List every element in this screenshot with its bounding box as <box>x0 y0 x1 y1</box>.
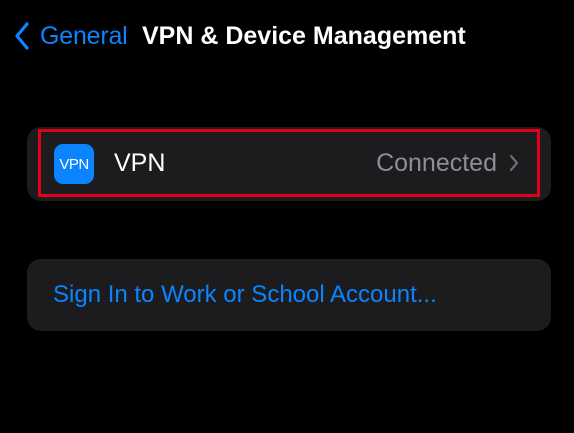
back-button-label: General <box>40 21 128 50</box>
chevron-left-icon <box>15 22 29 50</box>
vpn-group: VPN VPN Connected <box>27 127 551 201</box>
navigation-bar: General VPN & Device Management <box>0 0 574 72</box>
work-school-account-label: Sign In to Work or School Account... <box>53 281 437 308</box>
work-school-account-button[interactable]: Sign In to Work or School Account... <box>27 259 551 331</box>
page-title: VPN & Device Management <box>142 22 466 50</box>
vpn-label: VPN <box>114 149 166 177</box>
vpn-row[interactable]: VPN VPN Connected <box>38 129 540 197</box>
chevron-right-icon <box>509 154 519 172</box>
vpn-icon: VPN <box>54 144 94 184</box>
vpn-status: Connected <box>376 149 497 177</box>
back-button[interactable]: General <box>14 18 128 54</box>
